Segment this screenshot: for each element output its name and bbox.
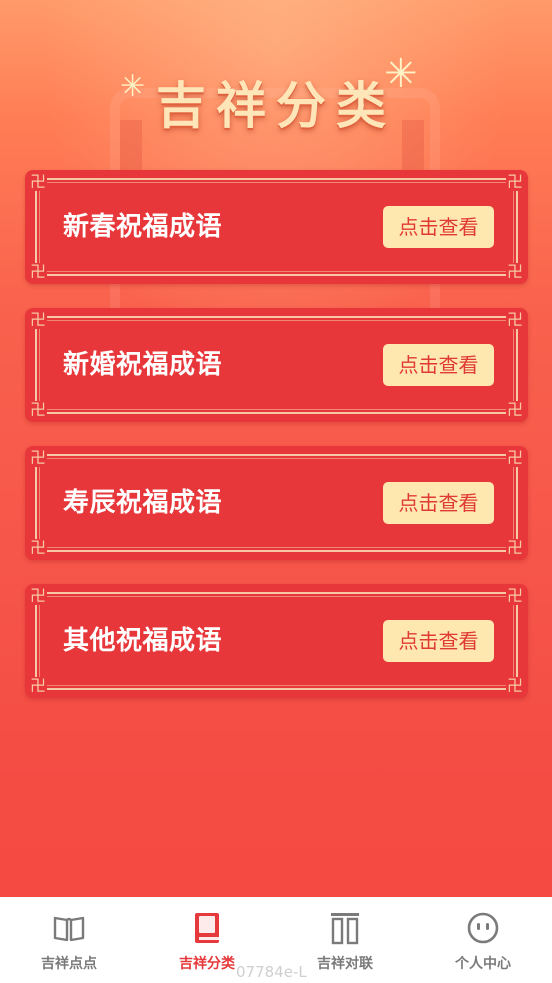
corner-ornament-icon: 卍 bbox=[506, 538, 524, 557]
view-button[interactable]: 点击查看 bbox=[383, 206, 494, 248]
category-label: 其他祝福成语 bbox=[63, 626, 223, 656]
corner-ornament-icon: 卍 bbox=[506, 172, 524, 191]
category-card-new-year[interactable]: 卍 卍 卍 卍 新春祝福成语 点击查看 bbox=[25, 170, 528, 284]
open-book-icon bbox=[53, 916, 85, 942]
corner-ornament-icon: 卍 bbox=[29, 310, 47, 329]
tab-jixiang-diandian[interactable]: 吉祥点点 bbox=[0, 897, 138, 983]
category-label: 新春祝福成语 bbox=[63, 212, 223, 242]
view-button[interactable]: 点击查看 bbox=[383, 482, 494, 524]
category-card-birthday[interactable]: 卍 卍 卍 卍 寿辰祝福成语 点击查看 bbox=[25, 446, 528, 560]
corner-ornament-icon: 卍 bbox=[29, 172, 47, 191]
tab-personal-center[interactable]: 个人中心 bbox=[414, 897, 552, 983]
book-icon bbox=[195, 913, 219, 943]
corner-ornament-icon: 卍 bbox=[506, 586, 524, 605]
category-label: 新婚祝福成语 bbox=[63, 350, 223, 380]
corner-ornament-icon: 卍 bbox=[29, 448, 47, 467]
couplet-icon bbox=[331, 913, 359, 945]
smiley-face-icon bbox=[467, 912, 499, 944]
category-card-wedding[interactable]: 卍 卍 卍 卍 新婚祝福成语 点击查看 bbox=[25, 308, 528, 422]
corner-ornament-icon: 卍 bbox=[29, 676, 47, 695]
corner-ornament-icon: 卍 bbox=[29, 586, 47, 605]
corner-ornament-icon: 卍 bbox=[506, 400, 524, 419]
corner-ornament-icon: 卍 bbox=[506, 310, 524, 329]
view-button[interactable]: 点击查看 bbox=[383, 344, 494, 386]
tab-label: 个人中心 bbox=[455, 956, 511, 972]
corner-ornament-icon: 卍 bbox=[29, 262, 47, 281]
tab-label: 吉祥点点 bbox=[41, 956, 97, 972]
corner-ornament-icon: 卍 bbox=[506, 676, 524, 695]
corner-ornament-icon: 卍 bbox=[506, 262, 524, 281]
category-label: 寿辰祝福成语 bbox=[63, 488, 223, 518]
page-title: 吉祥分类 bbox=[156, 76, 396, 135]
corner-ornament-icon: 卍 bbox=[29, 538, 47, 557]
view-button[interactable]: 点击查看 bbox=[383, 620, 494, 662]
corner-ornament-icon: 卍 bbox=[29, 400, 47, 419]
corner-ornament-icon: 卍 bbox=[506, 448, 524, 467]
watermark-text: 07784e-L bbox=[236, 963, 307, 981]
category-card-other[interactable]: 卍 卍 卍 卍 其他祝福成语 点击查看 bbox=[25, 584, 528, 698]
